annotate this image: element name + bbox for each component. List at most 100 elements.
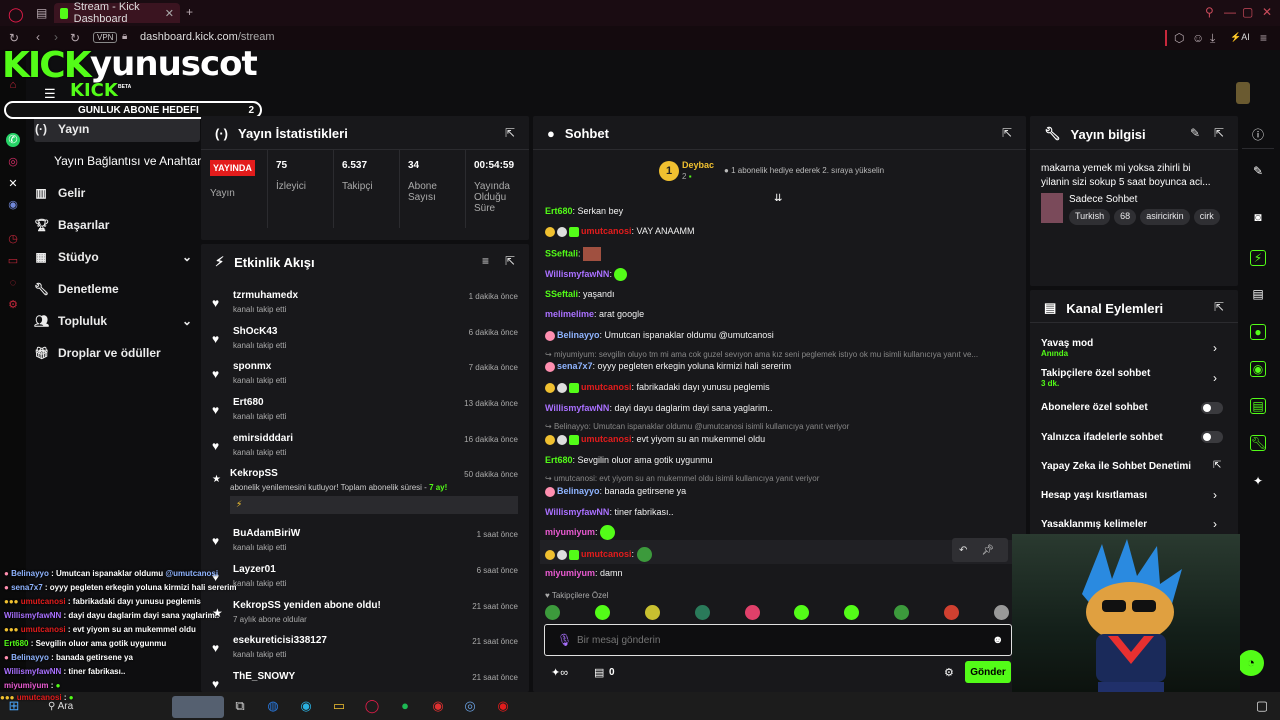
emote-icon[interactable]: [993, 605, 1009, 620]
chat-username[interactable]: SSeftali: [545, 289, 578, 299]
chat-username[interactable]: umutcanosi: [581, 226, 632, 236]
external-link-icon[interactable]: ⇱: [1213, 460, 1221, 471]
x-icon[interactable]: ✕: [6, 177, 20, 191]
chevron-right-icon[interactable]: ›: [1213, 371, 1217, 385]
camera-icon[interactable]: ◙: [1250, 210, 1266, 224]
edit-icon[interactable]: ✎: [1250, 164, 1266, 178]
search-icon[interactable]: ⚲: [1205, 5, 1214, 19]
tag[interactable]: 68: [1114, 209, 1137, 225]
tag[interactable]: cirk: [1193, 209, 1220, 225]
settings-icon[interactable]: ⚙: [6, 298, 20, 312]
chat-username[interactable]: miyumiyum: [545, 568, 595, 578]
chevron-right-icon[interactable]: ›: [1213, 517, 1217, 531]
category-name[interactable]: Sadece Sohbet: [1069, 194, 1137, 205]
scroll-down-icon[interactable]: ⇊: [774, 193, 782, 204]
windows-start-icon[interactable]: ⊞: [6, 698, 22, 714]
explorer-icon[interactable]: ▭: [331, 698, 347, 714]
nav-item-basarilar[interactable]: 🏆︎ Başarılar: [34, 212, 200, 238]
popout-icon[interactable]: ⇱: [1214, 300, 1224, 314]
close-window-icon[interactable]: ✕: [1262, 5, 1272, 19]
reload-side-icon[interactable]: ↻: [9, 31, 19, 45]
popout-icon[interactable]: ⇱: [505, 126, 515, 140]
chat-username[interactable]: WillismyfawNN: [545, 269, 609, 279]
emote-icon[interactable]: [844, 605, 860, 620]
action-slow-mode[interactable]: Yavaş mod Anında: [1041, 338, 1221, 358]
emote-icon[interactable]: [694, 605, 710, 620]
messenger-icon[interactable]: ◌: [6, 276, 20, 290]
reply-icon[interactable]: ↶: [959, 545, 967, 556]
chat-username[interactable]: Belinayyo: [557, 486, 600, 496]
emote-icon[interactable]: [545, 605, 560, 620]
nav-item-gelir[interactable]: ▥ Gelir: [34, 180, 200, 206]
emote-icon[interactable]: [644, 605, 660, 620]
minimize-icon[interactable]: —: [1224, 5, 1236, 19]
browser-tab[interactable]: Stream - Kick Dashboard ✕: [54, 1, 180, 25]
edge-icon[interactable]: ◉: [298, 698, 314, 714]
nav-item-topluluk[interactable]: 👥︎ Topluluk ⌄: [34, 308, 200, 334]
back-icon[interactable]: ‹: [36, 30, 40, 44]
popout-icon[interactable]: ⇱: [1214, 126, 1224, 140]
new-tab-icon[interactable]: +: [186, 5, 193, 19]
help-chat-button[interactable]: ◔: [1238, 650, 1264, 676]
chat-username[interactable]: umutcanosi: [581, 434, 632, 444]
chat-username[interactable]: SSeftali: [545, 248, 578, 258]
send-button[interactable]: Gönder: [965, 661, 1011, 683]
nav-item-denetleme[interactable]: 🔧︎ Denetleme: [34, 276, 200, 302]
nav-item-studyo[interactable]: ▦ Stüdyo ⌄: [34, 244, 200, 270]
action-age-restriction[interactable]: Hesap yaşı kısıtlaması: [1041, 490, 1221, 501]
forward-icon[interactable]: ›: [54, 30, 58, 44]
avatar[interactable]: [1236, 82, 1250, 104]
panel-icon[interactable]: ▤: [1250, 398, 1266, 414]
chat-username[interactable]: miyumiyum: [545, 527, 595, 537]
steam-icon[interactable]: ◎: [462, 698, 478, 714]
chat-username[interactable]: umutcanosi: [581, 549, 632, 559]
task-view-icon[interactable]: ⧉: [232, 698, 248, 714]
download-icon[interactable]: ⤓: [1210, 31, 1215, 46]
chevron-right-icon[interactable]: ›: [1213, 341, 1217, 355]
document-icon[interactable]: ▤: [1250, 287, 1266, 301]
pin-icon[interactable]: 📌︎: [981, 545, 994, 556]
profile-icon[interactable]: ☺: [1192, 31, 1204, 45]
chat-username[interactable]: WillismyfawNN: [545, 507, 609, 517]
obs-icon[interactable]: ◉: [495, 698, 511, 714]
history-icon[interactable]: ◷: [6, 232, 20, 246]
leaderboard-user[interactable]: Deybac: [682, 160, 714, 170]
tag[interactable]: asiricirkin: [1140, 209, 1190, 225]
filter-icon[interactable]: ≡: [482, 254, 489, 268]
extension-icon[interactable]: ⬡: [1174, 31, 1184, 45]
reload-icon[interactable]: ↻: [70, 31, 80, 45]
wrench-icon[interactable]: 🔧︎: [1250, 435, 1266, 451]
chat-username[interactable]: sena7x7: [557, 361, 593, 371]
url-field[interactable]: dashboard.kick.com/stream: [140, 31, 275, 43]
store-icon[interactable]: ▤: [594, 666, 604, 679]
taskbar-widget[interactable]: [172, 696, 224, 718]
pinboard-icon[interactable]: ▭: [6, 254, 20, 268]
action-banned-words[interactable]: Yasaklanmış kelimeler: [1041, 519, 1221, 530]
tab-close-icon[interactable]: ✕: [165, 7, 174, 20]
nav-item-droplar[interactable]: 🎁︎ Droplar ve ödüller: [34, 340, 200, 366]
tab-menu-icon[interactable]: ▤: [36, 6, 47, 20]
emote-icon[interactable]: [794, 605, 810, 620]
taskbar-search[interactable]: ⚲ Ara: [48, 701, 73, 712]
emote-icon[interactable]: [894, 605, 910, 620]
whatsapp-icon[interactable]: ✆: [6, 133, 20, 147]
chat-input[interactable]: [577, 630, 977, 650]
chat-username[interactable]: WillismyfawNN: [545, 403, 609, 413]
spotify-icon[interactable]: ●: [397, 698, 413, 713]
action-followers-chat[interactable]: Takipçilere özel sohbet 3 dk.: [1041, 368, 1221, 388]
popout-icon[interactable]: ⇱: [1002, 126, 1012, 140]
instagram-icon[interactable]: ◎: [6, 155, 20, 169]
people-icon[interactable]: ✦: [1250, 474, 1266, 488]
ai-button[interactable]: ⚡AI: [1230, 32, 1250, 43]
mic-icon[interactable]: 🎙︎: [557, 633, 572, 647]
nav-item-yayin-baglantisi[interactable]: Yayın Bağlantısı ve Anahtarı: [54, 148, 220, 174]
emoji-icon[interactable]: ☻: [992, 634, 1004, 646]
maximize-icon[interactable]: ▢: [1242, 5, 1253, 19]
emote-icon[interactable]: [594, 605, 610, 620]
browser-menu-icon[interactable]: ≡: [1260, 31, 1267, 45]
outlook-icon[interactable]: ◍: [265, 698, 281, 714]
vpn-badge[interactable]: VPN: [93, 32, 118, 43]
discord-icon[interactable]: ◉: [6, 198, 20, 212]
chevron-right-icon[interactable]: ›: [1213, 488, 1217, 502]
notification-icon[interactable]: ▢: [1254, 698, 1270, 714]
